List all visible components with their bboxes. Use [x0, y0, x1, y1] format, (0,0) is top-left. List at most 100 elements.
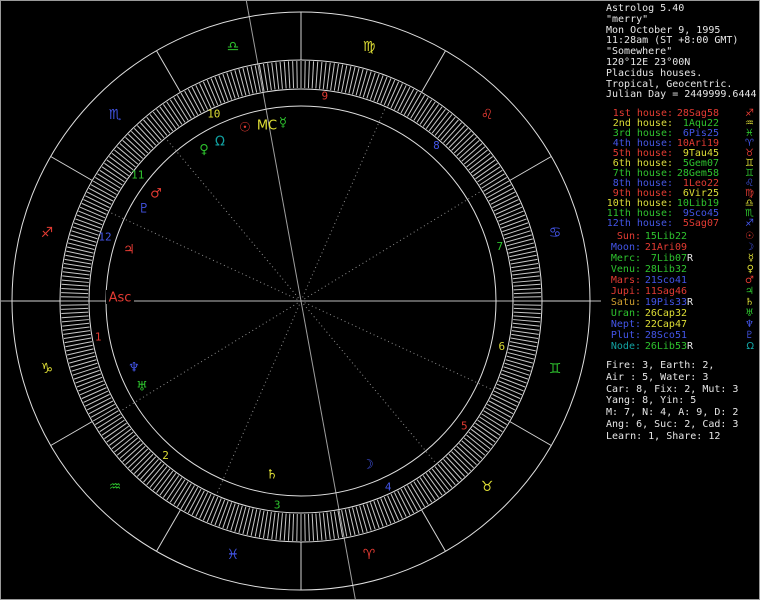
- wheel-planet-uran-icon: ♅: [136, 380, 148, 395]
- zodiac-capricorn-icon: ♑: [41, 361, 54, 377]
- retrograde-flag: R: [687, 341, 694, 352]
- planet-position-value: 11Sag46: [644, 286, 687, 297]
- planet-icon: ♂: [745, 275, 754, 286]
- planet-row: Plut: 28Sco51 +12°59' ♇: [605, 330, 757, 341]
- planet-label: Satu:: [610, 297, 641, 308]
- header-line-7: Placidus houses.: [606, 67, 703, 79]
- planet-position-value: 22Cap47: [644, 319, 687, 330]
- planet-label: Merc:: [610, 253, 641, 264]
- house-cusp-line: [108, 211, 302, 302]
- planet-icon: ♇: [745, 330, 754, 341]
- planet-icon: ♅: [745, 308, 754, 319]
- planet-row: Mars: 21Sco41 - 0°33' ♂: [605, 275, 757, 286]
- planet-position-value: 28Sco51: [644, 330, 687, 341]
- planet-label: Jupi:: [610, 286, 641, 297]
- house-number: 3: [274, 499, 281, 512]
- retrograde-flag: [687, 308, 695, 319]
- house-number: 8: [433, 139, 440, 152]
- sign-boundary-spoke: [421, 509, 446, 552]
- retrograde-flag: [687, 264, 695, 275]
- zodiac-taurus-icon: ♉: [481, 479, 494, 495]
- retrograde-flag: [687, 242, 695, 253]
- planet-velocity: + 0°00': [700, 341, 743, 352]
- house-cusp-line: [300, 300, 494, 391]
- stats-line-7: Learn: 1, Share: 12: [606, 430, 721, 442]
- planet-icon: ♆: [745, 319, 754, 330]
- planet-row: Moon: 21Ari09 + 0°30' ☽: [605, 242, 757, 253]
- wheel-planet-satu-icon: ♄: [266, 468, 278, 483]
- planet-velocity: + 0°44': [700, 264, 743, 275]
- planet-label: Mars:: [610, 275, 641, 286]
- planet-label: Plut:: [610, 330, 641, 341]
- house-row: 12th house: 5Sag07 ♐: [605, 219, 757, 229]
- retrograde-flag: [687, 231, 695, 242]
- house-number: 12: [98, 230, 111, 243]
- planet-label: Node:: [610, 341, 641, 352]
- planet-position-value: 28Lib32: [644, 264, 687, 275]
- retrograde-flag: [687, 286, 695, 297]
- ascendant-label: Asc: [109, 291, 132, 306]
- zodiac-virgo-icon: ♍: [363, 39, 376, 55]
- stats-line-6: Ang: 6, Suc: 2, Cad: 3: [606, 418, 739, 430]
- house-cusp-line: [300, 300, 437, 465]
- planet-velocity: + 0°31': [700, 319, 743, 330]
- element-tally-block: Fire: 3, Earth: 2, Air : 5, Water: 3 Car: …: [606, 360, 738, 443]
- header-line-9: Julian Day = 2449999.6444: [606, 89, 757, 101]
- planet-icon: Ω: [746, 341, 754, 352]
- wheel-planet-mars-icon: ♂: [150, 187, 162, 202]
- zodiac-sagittarius-icon: ♐: [41, 225, 54, 241]
- house-number: 10: [207, 107, 220, 120]
- zodiac-aries-icon: ♈: [363, 547, 376, 563]
- house-number: 2: [162, 449, 169, 462]
- planet-velocity: - 0°33': [700, 275, 743, 286]
- planet-row: Nept: 22Cap47 + 0°31' ♆: [605, 319, 757, 330]
- planet-velocity: + 0°30': [700, 242, 743, 253]
- planet-icon: ☽: [745, 242, 754, 253]
- planet-label: Venu:: [610, 264, 641, 275]
- retrograde-flag: [687, 330, 695, 341]
- house-number: 9: [321, 89, 328, 102]
- planet-row: Satu: 19Pis33 R - 2°20' ♄: [605, 297, 757, 308]
- planet-label: Moon:: [610, 242, 641, 253]
- house-cusp-line: [165, 137, 302, 302]
- wheel-planet-nept-icon: ♆: [128, 361, 140, 376]
- planet-velocity: - 0°33': [700, 308, 743, 319]
- zodiac-libra-icon: ♎: [227, 39, 240, 55]
- astrolog-window: 1 2 3 4 5 6 7 8 9 10 11 12 ♈ ♉ ♊ ♋ ♌ ♍ ♎ ♏ ♐ ♑ ♒ ♓ ☉ ☽ ☿ ♀ ♂ ♃ ♄ ♅ ♆ ♇ Ω As…: [0, 0, 760, 600]
- planet-label: Sun:: [616, 231, 641, 242]
- retrograde-flag: R: [687, 253, 694, 264]
- zodiac-leo-icon: ♌: [481, 107, 494, 123]
- chart-header: Astrolog 5.40 "merry" Mon October 9, 1995 1…: [606, 3, 757, 101]
- retrograde-flag: [687, 319, 695, 330]
- planet-icon: ☿: [747, 253, 754, 264]
- house-number: 6: [498, 340, 505, 353]
- wheel-planet-venu-icon: ♀: [199, 143, 209, 158]
- house-cusp-line: [119, 300, 302, 412]
- wheel-planet-jupi-icon: ♃: [123, 243, 135, 258]
- house-cusp-line: [300, 190, 483, 302]
- planet-row: Node: 26Lib53 R + 0°00' Ω: [605, 341, 757, 352]
- zodiac-cancer-icon: ♋: [549, 225, 562, 241]
- planet-icon: ♃: [745, 286, 754, 297]
- zodiac-sign-icon: ♐: [745, 218, 754, 229]
- sign-boundary-spoke: [509, 421, 552, 446]
- planet-icon: ☉: [745, 231, 754, 242]
- planet-velocity: + 0°24': [700, 286, 743, 297]
- house-cusp-line: [215, 300, 302, 496]
- zodiac-gemini-icon: ♊: [549, 361, 562, 377]
- planet-position-table: Sun: 15Lib22 - 0°00' ☉ Moon: 21Ari09 + 0°30'…: [605, 231, 757, 352]
- retrograde-flag: R: [687, 297, 694, 308]
- wheel-planet-moon-icon: ☽: [362, 458, 374, 473]
- sign-boundary-spoke: [50, 156, 93, 181]
- planet-icon: ♀: [746, 264, 754, 275]
- stats-line-1: Fire: 3, Earth: 2,: [606, 360, 715, 371]
- house-cusp-value: 5Sag07: [682, 218, 719, 229]
- sign-boundary-spoke: [50, 421, 93, 446]
- sign-boundary-spoke: [156, 509, 181, 552]
- house-number: 7: [497, 240, 504, 253]
- wheel-planet-node-icon: Ω: [215, 135, 225, 150]
- planet-position-value: 26Cap32: [644, 308, 687, 319]
- wheel-planet-sun-icon: ☉: [239, 121, 251, 136]
- house-number: 4: [385, 481, 392, 494]
- zodiac-aquarius-icon: ♒: [109, 479, 122, 495]
